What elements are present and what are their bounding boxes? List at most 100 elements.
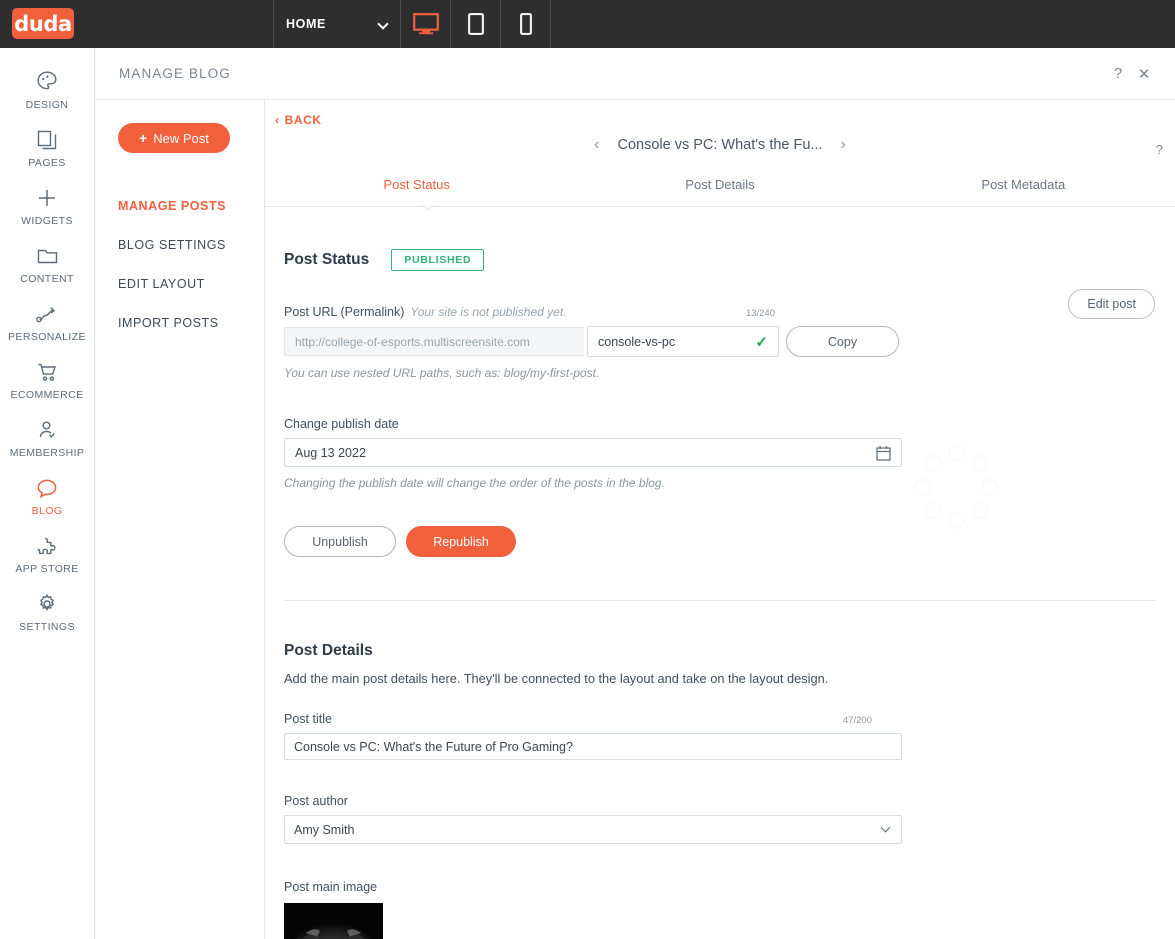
sidebar-item-label: PERSONALIZE — [8, 331, 86, 343]
sidebar-item-label: MEMBERSHIP — [9, 447, 85, 459]
post-status-header: Post Status PUBLISHED — [284, 249, 1155, 271]
blog-nav-item-manage-posts[interactable]: MANAGE POSTS — [118, 186, 264, 225]
publish-date-field: Change publish date Aug 13 2022 Changing… — [284, 417, 1155, 490]
duda-logo[interactable]: duda — [12, 8, 74, 39]
post-title-label: Post title — [284, 712, 332, 726]
puzzle-icon — [36, 537, 56, 555]
copy-url-button[interactable]: Copy — [786, 326, 899, 357]
sidebar-item-label: APP STORE — [15, 563, 79, 575]
page-selector-value: HOME — [286, 17, 326, 31]
chevron-down-icon — [379, 20, 388, 29]
tablet-icon — [467, 13, 484, 35]
back-button[interactable]: ‹ BACK — [275, 113, 322, 127]
sidebar-item-label: BLOG — [31, 505, 63, 517]
pages-icon — [37, 130, 57, 150]
gear-icon — [39, 594, 55, 611]
loading-spinner-icon — [914, 445, 999, 529]
duda-editor-app: duda HOME DESIGN PAGES WIDGETS CONTENT P… — [0, 0, 1175, 939]
post-url-counter: 13/240 — [745, 308, 775, 319]
close-icon[interactable]: ✕ — [1131, 61, 1157, 87]
blog-nav-item-blog-settings[interactable]: BLOG SETTINGS — [118, 225, 264, 264]
section-divider — [284, 600, 1155, 601]
post-url-label: Post URL (Permalink) — [284, 305, 405, 319]
blog-nav-item-edit-layout[interactable]: EDIT LAYOUT — [118, 264, 264, 303]
back-label: BACK — [284, 113, 322, 127]
content-help-icon[interactable]: ? — [1156, 142, 1163, 157]
blog-nav-item-import-posts[interactable]: IMPORT POSTS — [118, 303, 264, 342]
post-pager: ‹ Console vs PC: What's the Fu... › ? — [265, 130, 1175, 160]
calendar-icon[interactable] — [876, 445, 891, 464]
post-main-image-field: Post main image — [284, 880, 1155, 939]
current-post-name: Console vs PC: What's the Fu... — [617, 137, 823, 153]
status-badge: PUBLISHED — [391, 249, 485, 271]
game-controller-photo — [284, 903, 383, 939]
sidebar-item-personalize[interactable]: PERSONALIZE — [0, 294, 94, 352]
post-url-row: http://college-of-esports.multiscreensit… — [284, 326, 1155, 357]
post-title-label-row: Post title 47/200 — [284, 712, 1155, 726]
device-tablet-button[interactable] — [451, 0, 501, 48]
device-desktop-button[interactable] — [401, 0, 451, 48]
device-switcher — [401, 0, 551, 48]
republish-button[interactable]: Republish — [406, 526, 516, 557]
publish-actions: Unpublish Republish — [284, 526, 1155, 557]
publish-date-label: Change publish date — [284, 417, 399, 431]
sidebar-item-widgets[interactable]: WIDGETS — [0, 178, 94, 236]
post-author-field: Post author Amy Smith — [284, 794, 1155, 844]
plus-icon — [39, 190, 55, 206]
cart-icon — [38, 363, 56, 381]
post-status-title: Post Status — [284, 251, 370, 268]
post-author-value: Amy Smith — [294, 822, 355, 837]
tab-post-status[interactable]: Post Status — [265, 177, 568, 206]
sidebar-item-design[interactable]: DESIGN — [0, 60, 94, 120]
blog-nav-list: MANAGE POSTS BLOG SETTINGS EDIT LAYOUT I… — [118, 186, 264, 342]
post-title-input[interactable]: Console vs PC: What's the Future of Pro … — [284, 733, 902, 760]
sidebar-item-label: DESIGN — [25, 99, 69, 111]
top-bar: duda HOME — [0, 0, 1175, 48]
post-main-image-thumbnail[interactable] — [284, 903, 383, 939]
post-url-slug-value: console-vs-pc — [598, 334, 676, 349]
prev-post-icon[interactable]: ‹ — [594, 136, 599, 154]
sidebar-item-ecommerce[interactable]: ECOMMERCE — [0, 352, 94, 410]
sidebar-item-label: CONTENT — [20, 273, 74, 285]
manage-blog-modal: MANAGE BLOG ? ✕ + New Post MANAGE POSTS … — [95, 48, 1175, 939]
page-title: MANAGE BLOG — [119, 66, 231, 81]
back-row: ‹ BACK — [265, 100, 1175, 134]
sidebar-item-label: SETTINGS — [19, 621, 75, 633]
speech-bubble-icon — [37, 479, 57, 499]
user-check-icon — [39, 421, 55, 438]
help-icon[interactable]: ? — [1105, 61, 1131, 87]
sidebar-item-membership[interactable]: MEMBERSHIP — [0, 410, 94, 468]
path-arrow-icon — [36, 307, 56, 323]
page-selector[interactable]: HOME — [273, 0, 401, 48]
post-scroll-area[interactable]: Post Status PUBLISHED Edit post Post URL… — [265, 249, 1175, 939]
check-icon: ✓ — [755, 333, 768, 351]
post-author-select[interactable]: Amy Smith — [284, 815, 902, 844]
left-rail: DESIGN PAGES WIDGETS CONTENT PERSONALIZE… — [0, 48, 95, 939]
sidebar-item-app-store[interactable]: APP STORE — [0, 526, 94, 584]
sidebar-item-settings[interactable]: SETTINGS — [0, 584, 94, 642]
publish-date-note: Changing the publish date will change th… — [284, 476, 665, 490]
chevron-down-icon — [882, 826, 890, 834]
sidebar-item-content[interactable]: CONTENT — [0, 236, 94, 294]
publish-date-input[interactable]: Aug 13 2022 — [284, 438, 902, 467]
tab-post-metadata[interactable]: Post Metadata — [872, 177, 1175, 206]
unpublish-button[interactable]: Unpublish — [284, 526, 396, 557]
tab-post-details[interactable]: Post Details — [568, 177, 871, 206]
post-url-hint: Your site is not published yet. — [410, 305, 567, 319]
chevron-left-icon: ‹ — [275, 113, 280, 127]
post-title-counter: 47/200 — [842, 715, 872, 726]
post-tabs: Post Status Post Details Post Metadata — [265, 177, 1175, 207]
sidebar-item-blog[interactable]: BLOG — [0, 468, 94, 526]
post-url-slug-input[interactable]: console-vs-pc ✓ — [587, 326, 779, 357]
next-post-icon[interactable]: › — [841, 136, 846, 154]
post-url-field: Post URL (Permalink) Your site is not pu… — [284, 305, 1155, 380]
edit-post-button[interactable]: Edit post — [1068, 289, 1155, 319]
publish-date-value: Aug 13 2022 — [295, 445, 366, 460]
sidebar-item-label: ECOMMERCE — [10, 389, 84, 401]
device-mobile-button[interactable] — [501, 0, 551, 48]
new-post-button[interactable]: + New Post — [118, 123, 230, 153]
post-editor-content: ‹ BACK ‹ Console vs PC: What's the Fu...… — [265, 100, 1175, 939]
sidebar-item-pages[interactable]: PAGES — [0, 120, 94, 178]
palette-icon — [37, 71, 57, 90]
modal-header: MANAGE BLOG ? ✕ — [95, 48, 1175, 100]
